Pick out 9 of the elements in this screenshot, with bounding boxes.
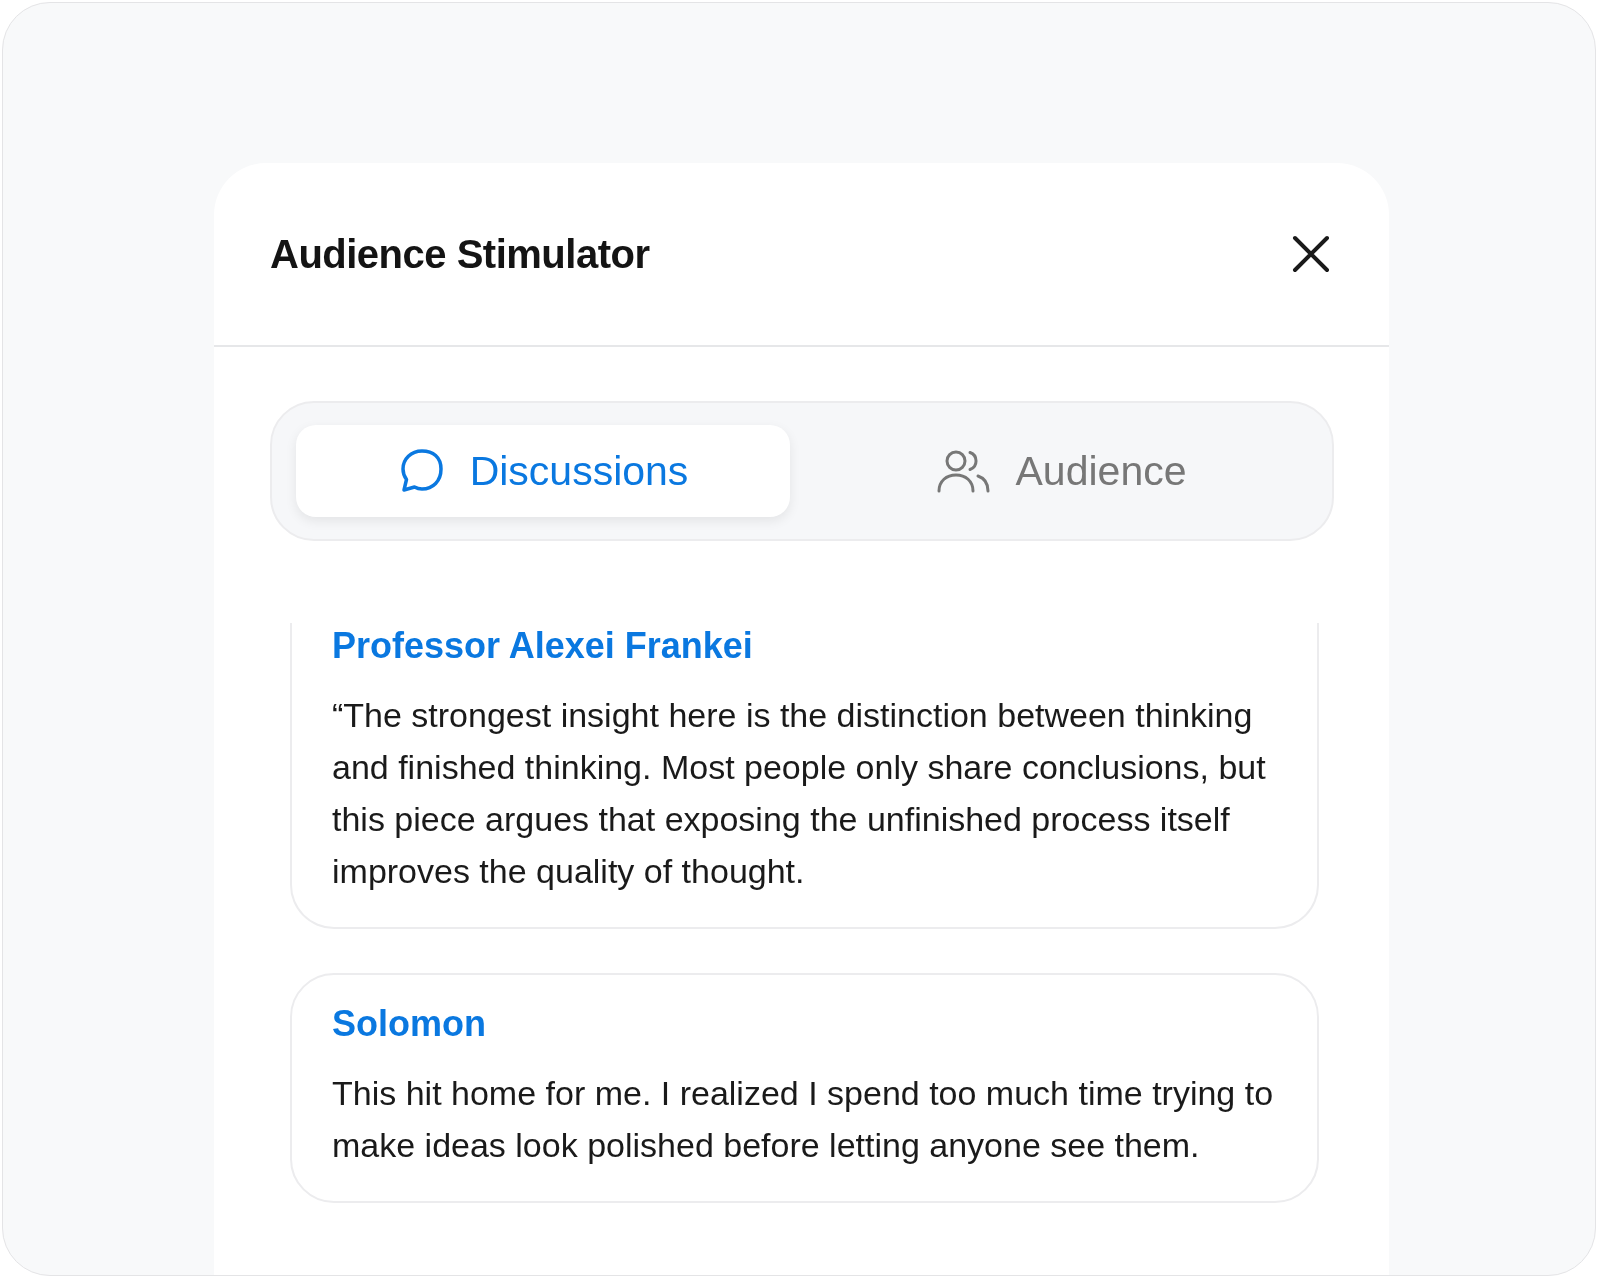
tab[interactable]: Audience — [814, 425, 1308, 517]
comment-author: Professor Alexei Frankei — [332, 625, 754, 667]
comment-text: This hit home for me. I realized I spend too much time trying to make ideas look polished before letting anyone see them. — [332, 1073, 1275, 1166]
close-button[interactable] — [1291, 234, 1331, 274]
comment-text: “The strongest insight here is the distinction between thinking and finished thinking. Most people only share conclusions, but this piece argues that exposing the unfinished process itself improves the quality of thought. — [332, 695, 1267, 892]
comment-author: Solomon — [332, 1003, 487, 1045]
close-icon — [1291, 234, 1331, 274]
tab[interactable]: Discussions — [296, 425, 790, 517]
window-title: Audience Stimulator — [270, 231, 650, 277]
